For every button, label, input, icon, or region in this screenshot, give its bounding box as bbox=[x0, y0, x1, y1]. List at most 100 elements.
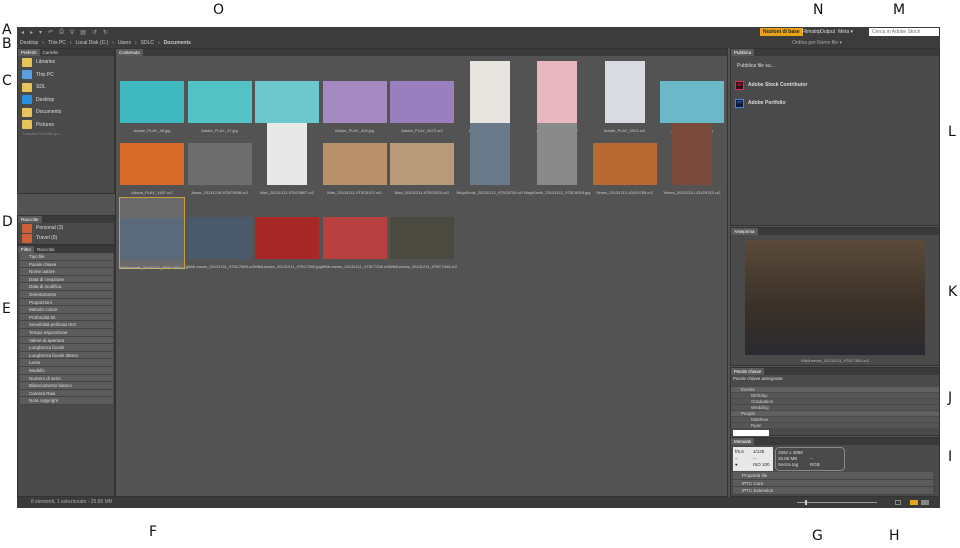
filter-2[interactable]: Nome autore bbox=[20, 268, 113, 276]
desktop-icon bbox=[22, 95, 32, 105]
annotation-d: D bbox=[2, 214, 13, 230]
filter-4[interactable]: Data di modifica bbox=[20, 283, 113, 291]
thumbnail-filename: Mari_20131211-9T5C6378.cr2 bbox=[394, 190, 450, 195]
assigned-keywords: Parole chiave assegnate: bbox=[733, 376, 784, 381]
publish-portfolio[interactable]: Pf Adobe Portfolio bbox=[731, 94, 939, 112]
thumbnail-image bbox=[187, 143, 252, 185]
boomerang-icon[interactable]: ↶ bbox=[48, 29, 53, 36]
fav-desktop[interactable]: Desktop bbox=[18, 94, 114, 107]
sort-menu[interactable]: Ordina per Nome file ▾ bbox=[792, 40, 842, 46]
filter-14[interactable]: Lente bbox=[20, 359, 113, 367]
recent-icon[interactable]: ▾ bbox=[39, 29, 42, 36]
fav-pictures[interactable]: Pictures bbox=[18, 119, 114, 132]
forward-icon[interactable]: ▸ bbox=[30, 29, 33, 36]
thumbnail-filename: Adobe_PLAY_1457.cr2 bbox=[131, 190, 173, 195]
thumbnail-image bbox=[187, 81, 252, 123]
keyword-item[interactable]: Ryan bbox=[731, 423, 939, 429]
filter-15[interactable]: Modello bbox=[20, 366, 113, 375]
tab-favorites[interactable]: Preferiti bbox=[18, 49, 40, 56]
annotation-g: G bbox=[812, 528, 823, 544]
view-lock-icon[interactable] bbox=[895, 500, 901, 505]
workspace-essentials[interactable]: Nozioni di base bbox=[760, 28, 803, 36]
crumb-desktop[interactable]: Desktop bbox=[20, 40, 38, 46]
fav-documents[interactable]: Documents bbox=[18, 106, 114, 119]
tab-keywords[interactable]: Parole chiave bbox=[731, 368, 765, 375]
file-info: 2592 x 3888 25.85 MB -- Senza tag RGB bbox=[775, 447, 845, 471]
filter-10[interactable]: Tempo esposizione bbox=[20, 328, 113, 337]
thumbnail-filename: Vimes_20131210-43429785.cr2 bbox=[596, 190, 653, 195]
thumbnail-item[interactable]: WildLeaves_20131211_9T5C7336.cr2 bbox=[322, 197, 389, 269]
thumbnail-item[interactable]: Jesse_20131216-9T5C9036.cr2 bbox=[187, 123, 253, 195]
grid-view-icon[interactable] bbox=[910, 500, 918, 505]
meta-iptc-extension[interactable]: IPTC Extension bbox=[733, 487, 933, 495]
thumbnail-item[interactable]: WildLeaves_20131211_9T5C7592.jpg bbox=[254, 197, 322, 269]
filter-11[interactable]: Valore di apertura bbox=[20, 336, 113, 345]
thumbnail-image bbox=[537, 61, 577, 123]
crumb-users[interactable]: Users bbox=[118, 40, 131, 46]
status-bar: 8 elementi, 1 selezionato - 25.85 MB bbox=[17, 497, 940, 508]
filter-12[interactable]: Lunghezza focale bbox=[20, 344, 113, 352]
thumbnail-item[interactable]: WildLeaves_20131211_9T5C7669.cr2 bbox=[187, 197, 254, 269]
open-icon[interactable]: ▤ bbox=[80, 29, 86, 36]
fav-this-pc[interactable]: This PC bbox=[18, 69, 114, 82]
preview-panel: Anteprima WildLeaves_20131211_9T5C7651.c… bbox=[730, 227, 940, 366]
collection-travel[interactable]: Travel (0) bbox=[18, 233, 114, 243]
thumbnail-item[interactable]: Vimes_20131210-43429743.cr2 bbox=[659, 123, 725, 195]
filter-17[interactable]: Bilanciamento bianco bbox=[20, 382, 113, 390]
slider-knob[interactable] bbox=[805, 500, 807, 505]
crumb-local-disk[interactable]: Local Disk (C:) bbox=[75, 40, 108, 46]
filter-6[interactable]: Proporzioni bbox=[20, 298, 113, 307]
filter-19[interactable]: Nota copyright bbox=[20, 397, 113, 405]
thumbnail-item[interactable]: NinjaSonik_20131212_9T5C8754.cr2 bbox=[457, 123, 523, 195]
tab-collection[interactable]: Raccolta bbox=[34, 246, 58, 253]
rotate-right-icon[interactable]: ↻ bbox=[103, 29, 108, 36]
collection-personal[interactable]: Personal (3) bbox=[18, 223, 114, 233]
fav-libraries[interactable]: Libraries bbox=[18, 56, 114, 69]
thumbnail-size-slider[interactable] bbox=[797, 500, 877, 505]
tab-preview[interactable]: Anteprima bbox=[731, 228, 758, 235]
thumbnail-item[interactable]: Mari_20131211-9T5C9807.cr2 bbox=[254, 123, 320, 195]
details-view-icon[interactable] bbox=[921, 500, 929, 505]
tab-metadata[interactable]: Metadati bbox=[731, 438, 755, 445]
tab-collections[interactable]: Raccolte bbox=[18, 216, 42, 223]
thumbnail-item[interactable]: WildLeaves_20131211_9T5C7651.cr2 bbox=[119, 197, 188, 270]
drag-hint: Trascina Preferiti qui... bbox=[22, 131, 62, 136]
tab-filter[interactable]: Filtro bbox=[18, 246, 34, 253]
fav-sdl[interactable]: SDL bbox=[18, 81, 114, 94]
thumbnail-item[interactable]: WildLeaves_20131211_9T5C7940.cr2 bbox=[389, 197, 457, 269]
filter-7[interactable]: Metodo colore bbox=[20, 306, 113, 314]
preview-image[interactable] bbox=[745, 240, 925, 355]
crumb-sdlc[interactable]: SDLC bbox=[141, 40, 154, 46]
tab-publish[interactable]: Pubblica bbox=[731, 49, 755, 56]
thumbnail-item[interactable]: Mari_20131211-9T5C6378.cr2 bbox=[389, 123, 455, 195]
meta-file-properties[interactable]: Proprietà file bbox=[733, 472, 933, 480]
thumbnail-item[interactable]: Vimes_20131210-43429785.cr2 bbox=[592, 123, 658, 195]
metadata-panel: Metadati f/5.6 1/125 -- -- ● ISO 100 2592 x 3… bbox=[730, 437, 940, 497]
filter-8[interactable]: Profondità bit bbox=[20, 313, 113, 322]
filter-0[interactable]: Tipo file bbox=[20, 253, 113, 261]
filter-1[interactable]: Parole chiave bbox=[20, 260, 113, 269]
publish-stock[interactable]: St Adobe Stock Contributor bbox=[731, 76, 939, 94]
rotate-left-icon[interactable]: ↺ bbox=[92, 29, 97, 36]
keyword-search-input[interactable] bbox=[733, 430, 769, 436]
filter-18[interactable]: Camera Raw bbox=[20, 389, 113, 398]
thumbnail-image bbox=[390, 217, 454, 259]
tab-folders[interactable]: Cartelle bbox=[40, 49, 62, 56]
thumbnail-item[interactable]: Adobe_PLAY_1457.cr2 bbox=[119, 123, 185, 195]
crumb-this-pc[interactable]: This PC bbox=[48, 40, 66, 46]
meta-iptc-core[interactable]: IPTC Core bbox=[733, 479, 933, 488]
refine-icon[interactable]: ⚲ bbox=[70, 29, 74, 36]
filter-9[interactable]: Sensibilità pellicola ISO bbox=[20, 321, 113, 329]
workspace-more[interactable]: Meta ▾ bbox=[835, 28, 856, 36]
thumbnail-image bbox=[660, 81, 724, 123]
filter-5[interactable]: Orientamento bbox=[20, 290, 113, 299]
crumb-documents[interactable]: Documents bbox=[164, 40, 191, 46]
back-icon[interactable]: ◂ bbox=[21, 29, 24, 36]
stock-search-input[interactable]: Cerca in Adobe Stock bbox=[869, 28, 939, 36]
thumbnail-item[interactable]: NinjaSonik_20131212_9T5C8918.jpg bbox=[524, 123, 591, 195]
filter-13[interactable]: Lunghezza focale 35mm bbox=[20, 351, 113, 360]
filter-3[interactable]: Data di creazione bbox=[20, 275, 113, 284]
thumbnail-item[interactable]: Mari_20131211-9T5C6107.cr2 bbox=[322, 123, 388, 195]
filter-16[interactable]: Numero di serie bbox=[20, 374, 113, 383]
camera-icon[interactable]: ⎙ bbox=[59, 29, 64, 36]
